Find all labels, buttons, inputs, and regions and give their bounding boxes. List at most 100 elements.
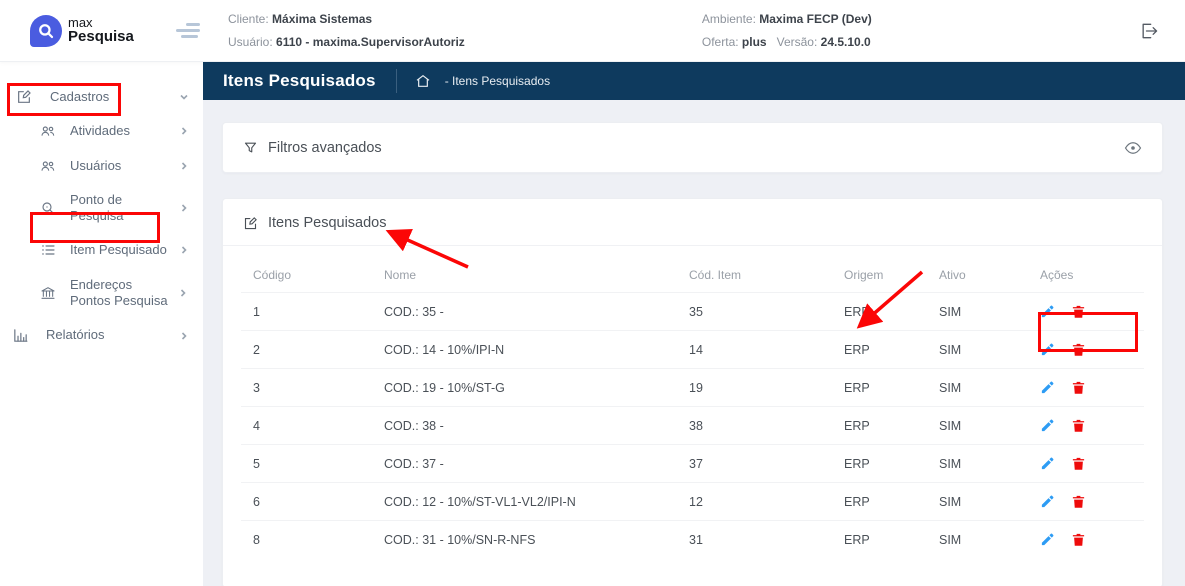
cell-origem: ERP [844, 532, 870, 547]
delete-trash-icon[interactable] [1071, 494, 1086, 509]
cell-ativo: SIM [939, 532, 962, 547]
offer-value: plus [741, 34, 767, 49]
sidebar-item-item-pesquisado[interactable]: Item Pesquisado [0, 233, 203, 267]
user-label: Usuário: [228, 34, 273, 49]
col-header-nome: Nome [384, 268, 417, 282]
cell-cod-item: 19 [689, 380, 703, 395]
top-header: max Pesquisa Cliente: Máxima Sistemas Us… [0, 0, 1185, 62]
delete-trash-icon[interactable] [1071, 380, 1086, 395]
sidebar-item-label: Usuários [70, 157, 122, 173]
titlebar-divider [395, 69, 397, 93]
table-row: 8 COD.: 31 - 10%/SN-R-NFS 31 ERP SIM [241, 520, 1144, 558]
cell-codigo: 2 [253, 342, 260, 357]
user-value: 6110 - maxima.SupervisorAutoriz [276, 34, 465, 49]
sidebar-toggle-hamburger-icon[interactable] [176, 20, 202, 42]
sidebar-item-ponto-de-pesquisa[interactable]: Ponto de Pesquisa [0, 183, 203, 234]
delete-trash-icon[interactable] [1071, 418, 1086, 433]
sidebar-item-label: Cadastros [50, 89, 110, 104]
sidebar-item-label: Atividades [70, 123, 130, 139]
sidebar-item-atividades[interactable]: Atividades [0, 114, 203, 148]
logout-icon[interactable] [1139, 21, 1159, 41]
content-area: Filtros avançados Itens Pesquisados Códi… [203, 100, 1185, 586]
sidebar-item-enderecos-pontos-pesquisa[interactable]: Endereços Pontos Pesquisa [0, 268, 203, 319]
cell-ativo: SIM [939, 494, 962, 509]
home-icon[interactable] [415, 73, 431, 89]
edit-square-icon [244, 216, 257, 229]
eye-icon[interactable] [1124, 139, 1142, 157]
col-header-origem: Origem [844, 268, 884, 282]
table-header-row: Código Nome Cód. Item Origem Ativo Ações [241, 258, 1144, 292]
col-header-codigo: Código [253, 268, 292, 282]
cell-codigo: 8 [253, 532, 260, 547]
filters-toggle[interactable]: Filtros avançados [243, 140, 382, 156]
sidebar-item-usuarios[interactable]: Usuários [0, 149, 203, 183]
cell-ativo: SIM [939, 342, 962, 357]
app-window: max Pesquisa Cliente: Máxima Sistemas Us… [0, 0, 1185, 586]
sidebar-item-cadastros[interactable]: Cadastros [0, 80, 203, 114]
list-icon [38, 242, 58, 258]
items-table: Código Nome Cód. Item Origem Ativo Ações… [241, 258, 1144, 558]
delete-trash-icon[interactable] [1071, 532, 1086, 547]
filters-panel: Filtros avançados [222, 122, 1163, 173]
chevron-right-icon [179, 161, 189, 171]
cell-cod-item: 31 [689, 532, 703, 547]
delete-trash-icon[interactable] [1071, 456, 1086, 471]
table-row: 5 COD.: 37 - 37 ERP SIM [241, 444, 1144, 482]
chevron-down-icon [179, 92, 189, 102]
breadcrumb: - Itens Pesquisados [415, 73, 550, 89]
items-panel-header: Itens Pesquisados [223, 199, 1162, 246]
logo-line1: max [68, 14, 93, 30]
edit-pencil-icon[interactable] [1040, 342, 1055, 357]
cell-origem: ERP [844, 304, 870, 319]
filter-funnel-icon [244, 142, 257, 153]
bar-chart-icon [10, 327, 30, 344]
cell-ativo: SIM [939, 456, 962, 471]
table-row: 6 COD.: 12 - 10%/ST-VL1-VL2/IPI-N 12 ERP SIM [241, 482, 1144, 520]
edit-pencil-icon[interactable] [1040, 532, 1055, 547]
edit-pencil-icon[interactable] [1040, 304, 1055, 319]
sidebar-item-relatorios[interactable]: Relatórios [0, 318, 203, 353]
env-value: Maxima FECP (Dev) [759, 11, 872, 26]
cell-cod-item: 35 [689, 304, 703, 319]
client-user-info: Cliente: Máxima Sistemas Usuário: 6110 -… [228, 8, 465, 54]
main-area: Itens Pesquisados - Itens Pesquisados Fi… [203, 62, 1185, 586]
cell-codigo: 5 [253, 456, 260, 471]
table-row: 3 COD.: 19 - 10%/ST-G 19 ERP SIM [241, 368, 1144, 406]
col-header-acoes: Ações [1040, 268, 1074, 282]
edit-pencil-icon[interactable] [1040, 418, 1055, 433]
filters-label: Filtros avançados [268, 139, 382, 156]
people-icon [38, 158, 58, 174]
sidebar-item-label: Item Pesquisado [70, 242, 167, 258]
cell-cod-item: 14 [689, 342, 703, 357]
delete-trash-icon[interactable] [1071, 342, 1086, 357]
env-label: Ambiente: [701, 11, 756, 26]
cell-cod-item: 12 [689, 494, 703, 509]
edit-pencil-icon[interactable] [1040, 456, 1055, 471]
cell-codigo: 4 [253, 418, 260, 433]
page-title: Itens Pesquisados [223, 71, 376, 90]
delete-trash-icon[interactable] [1071, 304, 1086, 319]
edit-pencil-icon[interactable] [1040, 380, 1055, 395]
cell-nome: COD.: 19 - 10%/ST-G [384, 380, 505, 395]
cell-cod-item: 38 [689, 418, 703, 433]
table-row: 4 COD.: 38 - 38 ERP SIM [241, 406, 1144, 444]
cell-codigo: 6 [253, 494, 260, 509]
cell-nome: COD.: 38 - [384, 418, 444, 433]
maxpesquisa-logo-icon [30, 14, 62, 47]
page-title-bar: Itens Pesquisados - Itens Pesquisados [203, 62, 1185, 100]
cell-codigo: 3 [253, 380, 260, 395]
cell-origem: ERP [844, 456, 870, 471]
edit-square-icon [14, 89, 34, 105]
table-row: 2 COD.: 14 - 10%/IPI-N 14 ERP SIM [241, 330, 1144, 368]
col-header-ativo: Ativo [939, 268, 966, 282]
app-logo[interactable]: max Pesquisa [30, 14, 162, 47]
cell-nome: COD.: 31 - 10%/SN-R-NFS [384, 532, 536, 547]
items-panel-title: Itens Pesquisados [268, 215, 387, 231]
cell-ativo: SIM [939, 304, 962, 319]
cell-codigo: 1 [253, 304, 260, 319]
cell-nome: COD.: 12 - 10%/ST-VL1-VL2/IPI-N [384, 494, 576, 509]
table-row: 1 COD.: 35 - 35 ERP SIM [241, 292, 1144, 330]
sidebar-item-label: Relatórios [46, 327, 105, 343]
edit-pencil-icon[interactable] [1040, 494, 1055, 509]
sidebar-item-label: Ponto de Pesquisa [70, 191, 124, 223]
